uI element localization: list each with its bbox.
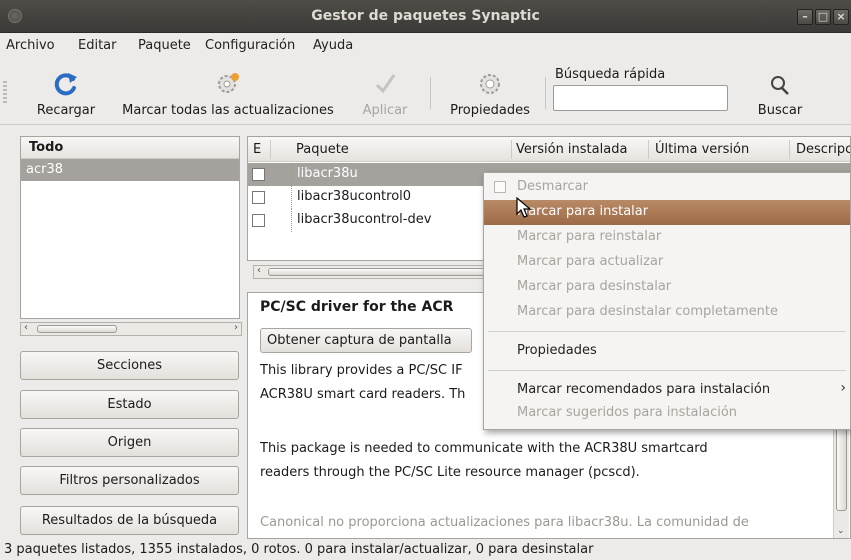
- package-summary: PC/SC driver for the ACR: [260, 299, 454, 315]
- custom-filters-button[interactable]: Filtros personalizados: [20, 466, 239, 495]
- column-installed-version[interactable]: Versión instalada: [516, 142, 627, 157]
- filter-list-hscrollbar[interactable]: ‹ ›: [20, 322, 242, 336]
- menu-bar: Archivo Editar Paquete Configuración Ayu…: [0, 33, 851, 59]
- description-text: readers through the PC/SC Lite resource …: [260, 465, 640, 480]
- package-name: libacr38ucontrol-dev: [297, 212, 432, 227]
- mouse-pointer-icon: [516, 197, 532, 218]
- scrollbar-thumb[interactable]: [836, 423, 847, 511]
- menu-item-mark-purge[interactable]: Marcar para desinstalar completamente: [484, 300, 850, 325]
- title-bar: Gestor de paquetes Synaptic – □ ×: [0, 0, 851, 33]
- apply-button[interactable]: Aplicar: [350, 59, 420, 123]
- toolbar-separator: [545, 77, 546, 109]
- scroll-left-icon[interactable]: ‹: [257, 265, 261, 276]
- menu-item-mark-recommended[interactable]: Marcar recomendados para instalación ›: [484, 378, 850, 403]
- properties-gear-icon: [480, 74, 500, 94]
- toolbar: Recargar Marcar todas las actualizacione…: [0, 59, 851, 125]
- menu-item-mark-install[interactable]: Marcar para instalar: [484, 200, 850, 225]
- status-button[interactable]: Estado: [20, 390, 239, 419]
- reload-icon: [54, 73, 77, 96]
- properties-button[interactable]: Propiedades: [440, 59, 540, 123]
- menu-paquete[interactable]: Paquete: [138, 38, 191, 53]
- quick-search-label: Búsqueda rápida: [555, 67, 666, 82]
- support-notice: Canonical no proporciona actualizaciones…: [260, 515, 749, 530]
- menu-item-unmark[interactable]: Desmarcar: [484, 175, 850, 200]
- package-table-header: E Paquete Versión instalada Última versi…: [248, 137, 850, 162]
- menu-ayuda[interactable]: Ayuda: [313, 38, 353, 53]
- scroll-down-icon[interactable]: ⌄: [837, 526, 845, 536]
- sections-button[interactable]: Secciones: [20, 351, 239, 380]
- package-context-menu: Desmarcar Marcar para instalar Marcar pa…: [483, 172, 851, 430]
- menu-editar[interactable]: Editar: [78, 38, 117, 53]
- scroll-left-icon[interactable]: ‹: [24, 322, 28, 333]
- quick-search-input[interactable]: [553, 85, 728, 111]
- filter-list-header[interactable]: Todo: [21, 137, 239, 159]
- menu-item-mark-reinstall[interactable]: Marcar para reinstalar: [484, 225, 850, 250]
- scrollbar-thumb[interactable]: [268, 268, 498, 276]
- menu-separator: [488, 370, 846, 371]
- scroll-right-icon[interactable]: ›: [234, 322, 238, 333]
- upgrade-gear-icon: [218, 73, 239, 93]
- apply-check-icon: [375, 74, 396, 94]
- get-screenshot-button[interactable]: Obtener captura de pantalla: [260, 328, 472, 353]
- menu-item-mark-upgrade[interactable]: Marcar para actualizar: [484, 250, 850, 275]
- scrollbar-thumb[interactable]: [37, 325, 117, 333]
- submenu-arrow-icon: ›: [840, 380, 846, 396]
- package-name: libacr38u: [297, 166, 358, 181]
- package-name: libacr38ucontrol0: [297, 189, 412, 204]
- column-package[interactable]: Paquete: [296, 142, 349, 157]
- search-results-button[interactable]: Resultados de la búsqueda: [20, 506, 239, 535]
- column-latest-version[interactable]: Última versión: [655, 142, 749, 157]
- filter-list-item[interactable]: acr38: [21, 159, 239, 181]
- status-bar: 3 paquetes listados, 1355 instalados, 0 …: [0, 540, 851, 560]
- description-text: ACR38U smart card readers. Th: [260, 387, 466, 402]
- synaptic-window: Gestor de paquetes Synaptic – □ × Archiv…: [0, 0, 851, 560]
- toolbar-handle[interactable]: [3, 81, 7, 103]
- toolbar-separator: [430, 77, 431, 109]
- minimize-button[interactable]: –: [797, 9, 813, 25]
- column-status[interactable]: E: [253, 142, 261, 157]
- package-checkbox[interactable]: [252, 214, 265, 227]
- menu-separator: [488, 331, 846, 332]
- menu-item-properties[interactable]: Propiedades: [484, 339, 850, 364]
- search-button[interactable]: Buscar: [750, 59, 810, 123]
- mark-all-upgrades-button[interactable]: Marcar todas las actualizaciones: [108, 59, 348, 123]
- origin-button[interactable]: Origen: [20, 428, 239, 457]
- description-text: This library provides a PC/SC IF: [260, 363, 463, 378]
- menu-item-mark-suggested[interactable]: Marcar sugeridos para instalación: [484, 401, 850, 426]
- menu-archivo[interactable]: Archivo: [6, 38, 55, 53]
- description-text: This package is needed to communicate wi…: [260, 441, 708, 456]
- package-checkbox[interactable]: [252, 168, 265, 181]
- reload-button[interactable]: Recargar: [26, 59, 106, 123]
- unmark-checkbox-icon: [494, 181, 506, 193]
- package-checkbox[interactable]: [252, 191, 265, 204]
- menu-configuracion[interactable]: Configuración: [205, 38, 295, 53]
- window-title: Gestor de paquetes Synaptic: [311, 8, 540, 24]
- search-icon: [771, 76, 789, 95]
- close-button[interactable]: ×: [833, 9, 849, 25]
- filter-list[interactable]: Todo acr38: [20, 136, 240, 319]
- menu-item-mark-remove[interactable]: Marcar para desinstalar: [484, 275, 850, 300]
- maximize-button[interactable]: □: [815, 9, 831, 25]
- column-description[interactable]: Descripción: [796, 142, 850, 157]
